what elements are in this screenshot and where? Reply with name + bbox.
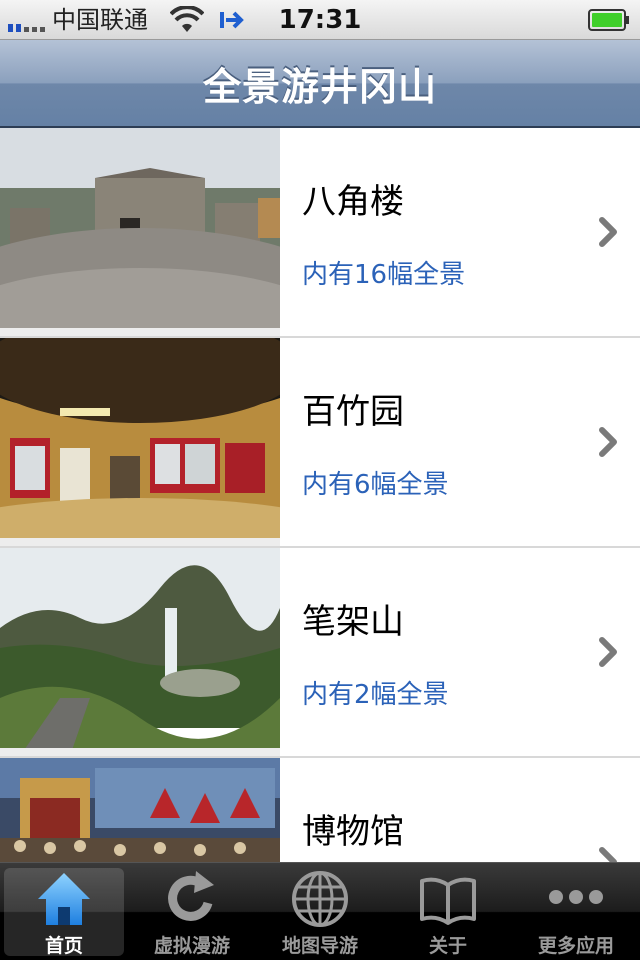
refresh-icon xyxy=(168,871,214,921)
spot-panorama-count: 内有6幅全景 xyxy=(302,470,449,500)
tab-label: 地图导游 xyxy=(281,935,358,957)
spot-thumbnail xyxy=(0,128,280,336)
battery-icon xyxy=(588,9,629,31)
spot-thumbnail xyxy=(0,758,280,862)
page-title: 全景游井冈山 xyxy=(202,64,437,109)
chevron-right-icon xyxy=(599,847,617,862)
tab-label: 更多应用 xyxy=(537,935,614,957)
tab-more-apps[interactable]: 更多应用 xyxy=(512,863,640,960)
home-icon xyxy=(38,873,90,925)
list-item[interactable]: 八角楼 内有16幅全景 xyxy=(0,128,640,338)
spot-title: 博物馆 xyxy=(302,812,404,852)
chevron-right-icon xyxy=(599,217,617,247)
tab-map-guide[interactable]: 地图导游 xyxy=(256,863,384,960)
tab-label: 虚拟漫游 xyxy=(153,935,230,957)
spot-title: 百竹园 xyxy=(302,392,404,432)
tab-about[interactable]: 关于 xyxy=(384,863,512,960)
status-bar: 中国联通 17:31 xyxy=(0,0,640,40)
tab-label: 关于 xyxy=(428,935,467,957)
status-time: 17:31 xyxy=(278,5,362,35)
list-item[interactable]: 笔架山 内有2幅全景 xyxy=(0,548,640,758)
list-item[interactable]: 博物馆 xyxy=(0,758,640,862)
spot-title: 八角楼 xyxy=(302,182,404,222)
tab-home[interactable]: 首页 xyxy=(0,863,128,960)
spot-thumbnail xyxy=(0,548,280,756)
scenic-spot-list[interactable]: 八角楼 内有16幅全景 百竹园 内有6幅全景 笔架山 内有2幅全景 博物馆 xyxy=(0,128,640,862)
tab-bar: 首页 虚拟漫游 地图导游 关于 更多应用 xyxy=(0,862,640,960)
tab-virtual-tour[interactable]: 虚拟漫游 xyxy=(128,863,256,960)
more-icon xyxy=(549,890,603,904)
navigation-bar: 全景游井冈山 xyxy=(0,40,640,128)
spot-panorama-count: 内有16幅全景 xyxy=(302,260,466,290)
globe-icon xyxy=(292,871,348,927)
tab-label: 首页 xyxy=(44,935,83,957)
list-item[interactable]: 百竹园 内有6幅全景 xyxy=(0,338,640,548)
spot-thumbnail xyxy=(0,338,280,546)
spot-panorama-count: 内有2幅全景 xyxy=(302,680,449,710)
chevron-right-icon xyxy=(599,427,617,457)
chevron-right-icon xyxy=(599,637,617,667)
book-icon xyxy=(420,877,476,925)
spot-title: 笔架山 xyxy=(302,602,404,642)
